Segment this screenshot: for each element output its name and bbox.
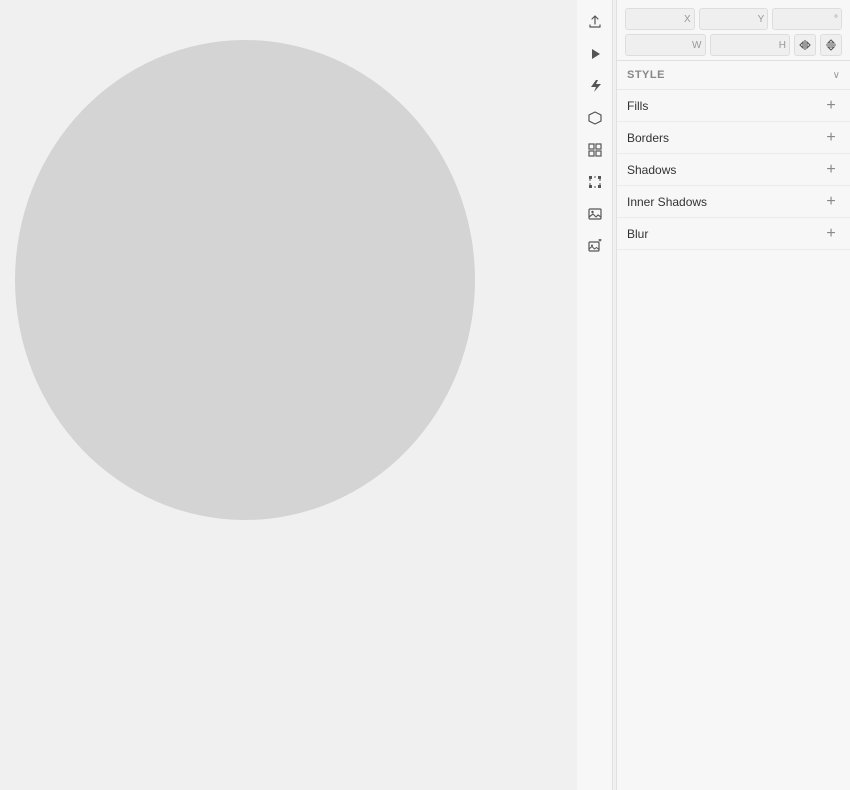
style-chevron-icon: ∨ (833, 70, 840, 81)
shadows-label: Shadows (627, 163, 676, 177)
inner-shadows-row: Inner Shadows + (617, 186, 850, 218)
style-section-label: STYLE (627, 69, 665, 81)
h-field[interactable]: H (710, 34, 791, 56)
add-shadow-button[interactable]: + (822, 161, 840, 179)
add-blur-button[interactable]: + (822, 225, 840, 243)
add-border-button[interactable]: + (822, 129, 840, 147)
add-fill-button[interactable]: + (822, 97, 840, 115)
lightning-icon[interactable] (581, 72, 609, 100)
fills-label: Fills (627, 99, 648, 113)
selection-icon[interactable] (581, 168, 609, 196)
style-section-header[interactable]: STYLE ∨ (617, 61, 850, 90)
y-field[interactable]: Y (699, 8, 769, 30)
coords-row: X Y ° (625, 8, 842, 30)
r-label: ° (834, 14, 838, 25)
inner-shadows-label: Inner Shadows (627, 195, 707, 209)
blur-label: Blur (627, 227, 648, 241)
h-label: H (779, 40, 786, 51)
h-input[interactable] (715, 39, 786, 51)
w-field[interactable]: W (625, 34, 706, 56)
borders-label: Borders (627, 131, 669, 145)
left-toolbar (577, 0, 613, 790)
hexagon-icon[interactable] (581, 104, 609, 132)
export-icon[interactable] (581, 8, 609, 36)
right-panel: X Y ° W H (616, 0, 850, 790)
dims-row: W H (625, 34, 842, 56)
w-label: W (692, 40, 701, 51)
fills-row: Fills + (617, 90, 850, 122)
rotation-input[interactable] (777, 13, 837, 25)
grid-icon[interactable] (581, 136, 609, 164)
flip-horizontal-button[interactable] (794, 34, 816, 56)
style-section: STYLE ∨ Fills + Borders + Shadows + Inne… (617, 61, 850, 250)
y-input[interactable] (704, 13, 764, 25)
blur-row: Blur + (617, 218, 850, 250)
rotation-field[interactable]: ° (772, 8, 842, 30)
w-input[interactable] (630, 39, 701, 51)
image-icon[interactable] (581, 200, 609, 228)
borders-row: Borders + (617, 122, 850, 154)
play-icon[interactable] (581, 40, 609, 68)
add-inner-shadow-button[interactable]: + (822, 193, 840, 211)
y-label: Y (758, 14, 765, 25)
x-input[interactable] (630, 13, 690, 25)
add-image-icon[interactable] (581, 232, 609, 260)
shadows-row: Shadows + (617, 154, 850, 186)
canvas-circle (15, 40, 475, 520)
x-field[interactable]: X (625, 8, 695, 30)
flip-vertical-button[interactable] (820, 34, 842, 56)
x-label: X (684, 14, 691, 25)
top-controls: X Y ° W H (617, 0, 850, 61)
